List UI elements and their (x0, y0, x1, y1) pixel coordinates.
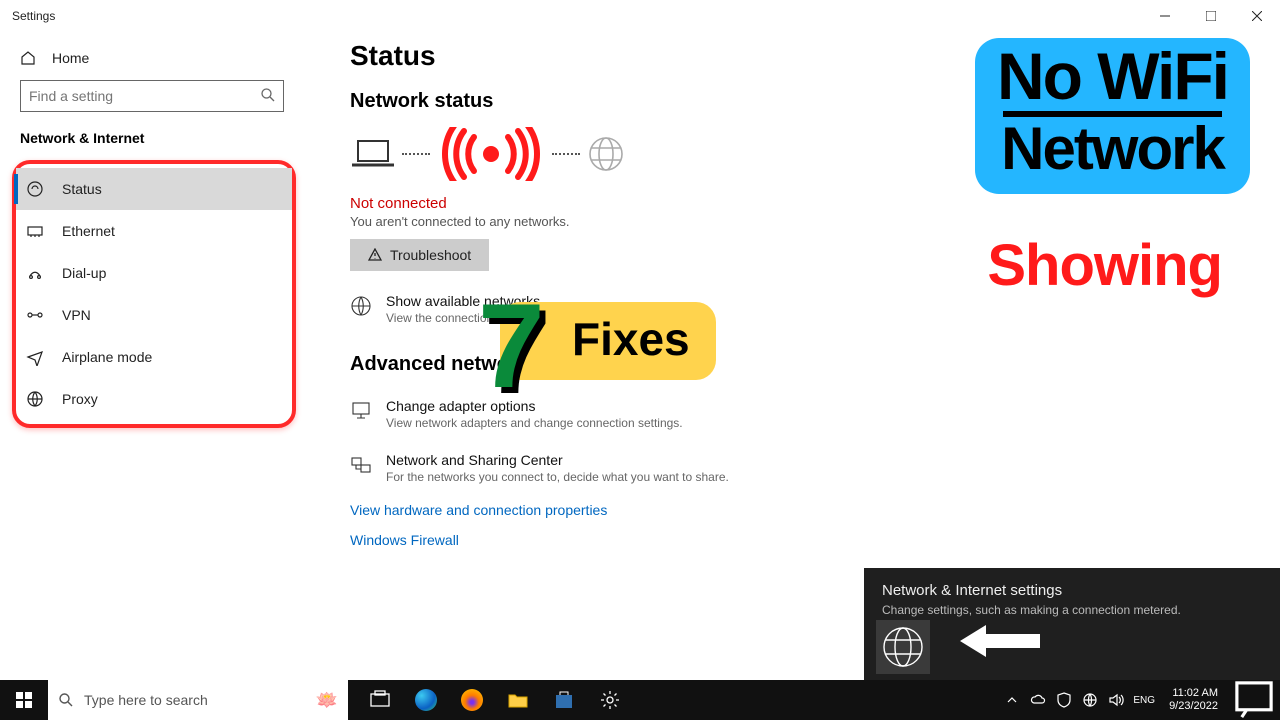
sidebar-category: Network & Internet (0, 126, 310, 156)
search-icon (260, 87, 276, 103)
overlay-badge-line1: No WiFi (997, 46, 1228, 107)
taskbar-search-placeholder: Type here to search (84, 692, 208, 708)
wifi-signal-icon (436, 127, 546, 181)
sidebar-item-label: Dial-up (62, 265, 106, 281)
system-tray: ENG 11:02 AM 9/23/2022 (1003, 680, 1280, 720)
close-button[interactable] (1234, 0, 1280, 32)
laptop-icon (350, 137, 396, 171)
not-connected-sub: You aren't connected to any networks. (350, 214, 1280, 229)
explorer-button[interactable] (496, 680, 540, 720)
firefox-button[interactable] (450, 680, 494, 720)
globe-icon (881, 625, 925, 669)
store-button[interactable] (542, 680, 586, 720)
title-bar: Settings (0, 0, 1280, 32)
status-icon (26, 180, 44, 198)
hardware-properties-link[interactable]: View hardware and connection properties (350, 502, 1280, 518)
home-nav[interactable]: Home (0, 40, 310, 76)
overlay-arrow (960, 623, 1040, 664)
globe-icon (350, 295, 372, 317)
ethernet-icon (26, 222, 44, 240)
network-flyout: Network & Internet settings Change setti… (864, 568, 1280, 680)
sidebar-item-proxy[interactable]: Proxy (16, 378, 292, 420)
edge-button[interactable] (404, 680, 448, 720)
sidebar-item-dialup[interactable]: Dial-up (16, 252, 292, 294)
tray-volume-icon[interactable] (1107, 691, 1125, 709)
task-view-button[interactable] (358, 680, 402, 720)
home-icon (20, 50, 36, 66)
proxy-icon (26, 390, 44, 408)
sharing-sub: For the networks you connect to, decide … (386, 470, 729, 484)
clock-date: 9/23/2022 (1169, 700, 1218, 713)
sidebar-item-airplane[interactable]: Airplane mode (16, 336, 292, 378)
sidebar: Home Network & Internet Status Ethernet … (0, 32, 310, 680)
tray-network-icon[interactable] (1081, 691, 1099, 709)
tray-language-icon[interactable]: ENG (1133, 691, 1155, 709)
sidebar-item-ethernet[interactable]: Ethernet (16, 210, 292, 252)
sidebar-item-label: Proxy (62, 391, 98, 407)
taskbar: Type here to search 🪷 ENG 11:02 AM 9/23/… (0, 680, 1280, 720)
sharing-icon (350, 454, 372, 476)
tray-chevron-icon[interactable] (1003, 691, 1021, 709)
sidebar-highlight-box: Status Ethernet Dial-up VPN Airplane mod… (12, 160, 296, 428)
warning-icon (368, 248, 382, 262)
not-connected-title: Not connected (350, 195, 1280, 212)
taskbar-search[interactable]: Type here to search 🪷 (48, 680, 348, 720)
home-label: Home (52, 50, 89, 66)
sidebar-item-status[interactable]: Status (16, 168, 292, 210)
overlay-showing: Showing (987, 232, 1222, 299)
overlay-badge-line2: Network (997, 121, 1228, 176)
search-icon (58, 692, 74, 708)
adapter-options-link[interactable]: Change adapter options View network adap… (350, 398, 870, 430)
network-flyout-globe[interactable] (876, 620, 930, 674)
sidebar-item-label: Status (62, 181, 102, 197)
overlay-seven: 7 (478, 298, 545, 394)
maximize-button[interactable] (1188, 0, 1234, 32)
settings-search[interactable] (20, 80, 284, 112)
action-center-button[interactable] (1232, 680, 1276, 720)
clock-time: 11:02 AM (1169, 687, 1218, 700)
troubleshoot-button[interactable]: Troubleshoot (350, 239, 489, 271)
sidebar-item-label: Airplane mode (62, 349, 152, 365)
sharing-title: Network and Sharing Center (386, 452, 729, 468)
window-controls (1142, 0, 1280, 32)
overlay-badge: No WiFi Network (975, 38, 1250, 194)
tray-security-icon[interactable] (1055, 691, 1073, 709)
sharing-center-link[interactable]: Network and Sharing Center For the netwo… (350, 452, 870, 484)
sidebar-item-label: Ethernet (62, 223, 115, 239)
windows-icon (16, 692, 32, 708)
sidebar-item-label: VPN (62, 307, 91, 323)
vpn-icon (26, 306, 44, 324)
search-input[interactable] (20, 80, 284, 112)
search-highlight-icon: 🪷 (316, 690, 338, 711)
network-flyout-sub: Change settings, such as making a connec… (882, 603, 1262, 617)
window-title: Settings (12, 9, 55, 23)
minimize-button[interactable] (1142, 0, 1188, 32)
tray-onedrive-icon[interactable] (1029, 691, 1047, 709)
windows-firewall-link[interactable]: Windows Firewall (350, 532, 1280, 548)
connection-dash (402, 153, 430, 155)
settings-taskbar-button[interactable] (588, 680, 632, 720)
start-button[interactable] (0, 680, 48, 720)
airplane-icon (26, 348, 44, 366)
globe-icon (586, 134, 626, 174)
adapter-icon (350, 400, 372, 422)
connection-dash (552, 153, 580, 155)
adapter-sub: View network adapters and change connect… (386, 416, 683, 430)
taskbar-pinned (358, 680, 632, 720)
dialup-icon (26, 264, 44, 282)
network-flyout-title[interactable]: Network & Internet settings (882, 582, 1262, 599)
troubleshoot-label: Troubleshoot (390, 247, 471, 263)
taskbar-clock[interactable]: 11:02 AM 9/23/2022 (1163, 687, 1224, 713)
sidebar-item-vpn[interactable]: VPN (16, 294, 292, 336)
